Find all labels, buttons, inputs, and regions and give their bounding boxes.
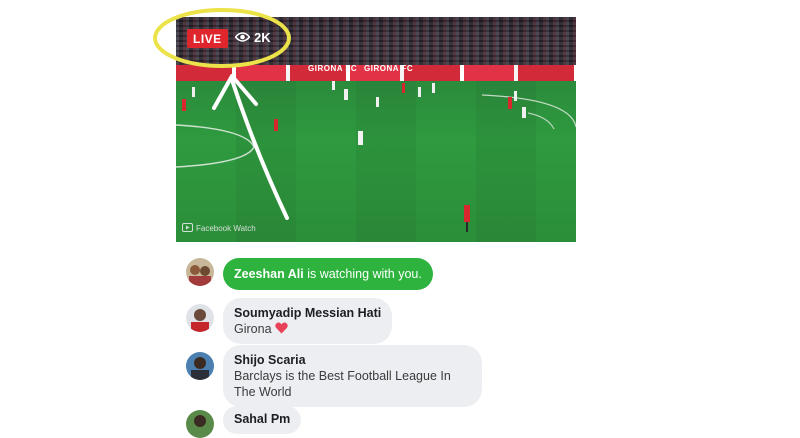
comment-text-value: Girona <box>234 322 272 336</box>
chat-comment-row: Sahal Pm <box>186 406 302 438</box>
avatar <box>186 410 214 438</box>
join-notification-bubble: Zeeshan Ali is watching with you. <box>223 258 433 290</box>
chat-comment-row: Shijo Scaria Barclays is the Best Footba… <box>186 345 482 407</box>
facebook-watch-watermark: Facebook Watch <box>182 223 256 234</box>
viewer-count: 2K <box>234 30 271 45</box>
watch-icon <box>182 223 193 234</box>
comment-author[interactable]: Shijo Scaria <box>234 352 471 368</box>
joined-user-name[interactable]: Zeeshan Ali <box>234 267 304 281</box>
eye-icon <box>234 30 251 45</box>
comment-bubble: Sahal Pm <box>223 406 302 434</box>
pitch-markings <box>176 81 576 232</box>
avatar <box>186 352 214 380</box>
comment-bubble: Soumyadip Messian Hati Girona <box>223 298 393 344</box>
heart-icon <box>275 322 288 336</box>
live-badge: LIVE <box>187 29 228 48</box>
join-text: is watching with you. <box>307 267 422 281</box>
comment-bubble: Shijo Scaria Barclays is the Best Footba… <box>223 345 482 407</box>
chat-join-row: Zeeshan Ali is watching with you. <box>186 258 433 290</box>
comment-text: Barclays is the Best Football League In … <box>234 369 451 399</box>
avatar <box>186 258 214 286</box>
live-video-player[interactable]: GIRONA FC GIRONA FC LIVE 2K Facebook Wat… <box>176 17 576 242</box>
players <box>182 81 526 232</box>
comment-text: Girona <box>234 321 381 337</box>
chat-comment-row: Soumyadip Messian Hati Girona <box>186 298 393 344</box>
comment-author[interactable]: Sahal Pm <box>234 411 290 427</box>
comment-author[interactable]: Soumyadip Messian Hati <box>234 305 381 321</box>
avatar <box>186 304 214 332</box>
watermark-text: Facebook Watch <box>196 224 256 233</box>
viewer-count-text: 2K <box>254 30 271 45</box>
